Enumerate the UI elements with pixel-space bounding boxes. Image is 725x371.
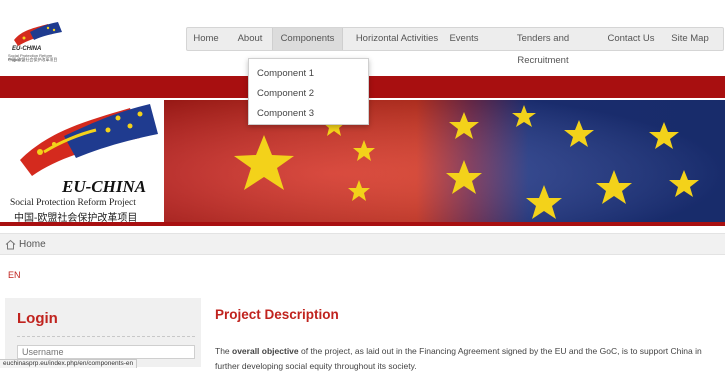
project-description-title: Project Description xyxy=(215,307,339,322)
banner-flag-logo-icon xyxy=(20,104,158,176)
login-title: Login xyxy=(17,310,58,327)
header-logo-sub-cn: 中国-欧盟社会保护改革项目 xyxy=(8,57,58,62)
banner-subtitle-en: Social Protection Reform Project xyxy=(10,198,136,208)
project-description-line-1: The overall objective of the project, as… xyxy=(215,346,702,356)
dropdown-component-3[interactable]: Component 3 xyxy=(257,108,314,119)
breadcrumb: Home xyxy=(0,233,725,255)
nav-tenders-recruitment[interactable]: Tenders and Recruitment xyxy=(492,28,594,66)
banner-logo: EU-CHINA Social Protection Reform Projec… xyxy=(0,100,164,224)
home-icon xyxy=(5,239,16,250)
nav-contact-us[interactable]: Contact Us xyxy=(605,28,657,50)
line1-post: of the project, as laid out in the Finan… xyxy=(298,346,702,356)
nav-site-map[interactable]: Site Map xyxy=(669,28,711,50)
username-input[interactable] xyxy=(17,345,195,359)
dropdown-component-1[interactable]: Component 1 xyxy=(257,68,314,79)
nav-components[interactable]: Components xyxy=(272,28,343,50)
banner-bottom-rule xyxy=(0,222,725,226)
nav-events[interactable]: Events xyxy=(447,28,481,50)
project-description-line-2: further developing social equity through… xyxy=(215,361,417,371)
header-logo[interactable]: EU-CHINA Social Protection Reform Projec… xyxy=(8,22,64,64)
nav-horizontal-activities[interactable]: Horizontal Activities xyxy=(348,28,446,50)
language-switch-en[interactable]: EN xyxy=(8,270,21,280)
banner-title: EU-CHINA xyxy=(62,177,147,196)
nav-about[interactable]: About xyxy=(231,28,269,50)
flag-logo-icon xyxy=(14,22,62,46)
dropdown-component-2[interactable]: Component 2 xyxy=(257,88,314,99)
breadcrumb-home-link[interactable]: Home xyxy=(19,239,46,250)
nav-home[interactable]: Home xyxy=(191,28,221,50)
login-sidebar: Login xyxy=(5,298,201,367)
main-nav: Home About Components Horizontal Activit… xyxy=(186,27,724,66)
components-dropdown: Component 1 Component 2 Component 3 xyxy=(248,58,369,125)
login-divider xyxy=(17,336,195,337)
header-logo-title: EU-CHINA xyxy=(12,46,42,52)
overall-objective-bold: overall objective xyxy=(232,346,299,356)
line1-pre: The xyxy=(215,346,233,356)
